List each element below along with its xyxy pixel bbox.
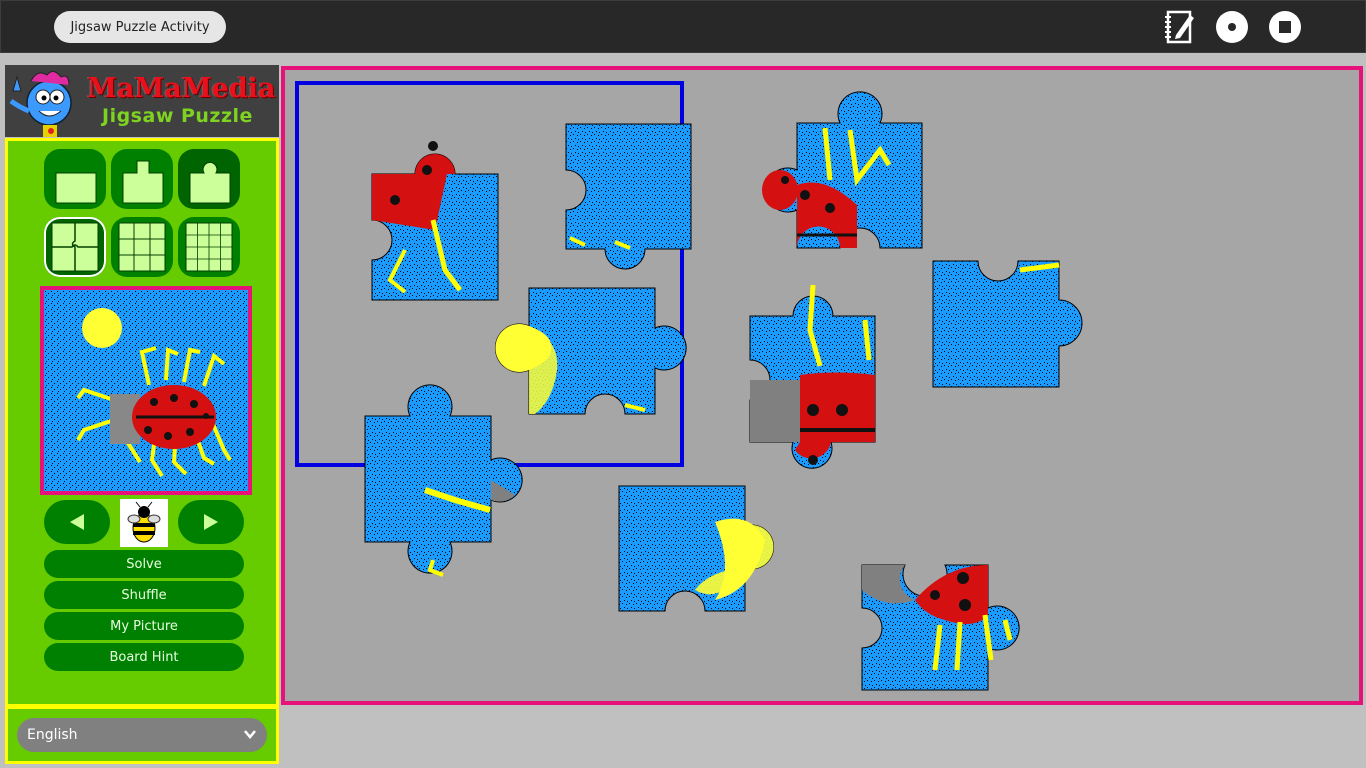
bee-icon <box>127 501 161 543</box>
controls-panel: Solve Shuffle My Picture Board Hint <box>5 138 279 707</box>
4-piece-button[interactable] <box>44 217 106 277</box>
puzzle-board[interactable] <box>281 66 1363 705</box>
puzzle-piece[interactable] <box>762 91 923 249</box>
round-knob-button[interactable] <box>178 149 240 209</box>
puzzle-piece[interactable] <box>749 284 876 469</box>
puzzle-piece[interactable] <box>494 287 687 415</box>
my-picture-button[interactable]: My Picture <box>44 612 244 640</box>
puzzle-piece[interactable] <box>371 141 499 301</box>
thumbnail-image[interactable] <box>120 499 168 547</box>
4-piece-icon <box>51 222 99 272</box>
chevron-down-icon <box>244 730 256 739</box>
language-select[interactable]: English <box>17 718 267 752</box>
stop-icon[interactable] <box>1267 9 1303 45</box>
activity-toolbar: Jigsaw Puzzle Activity <box>0 0 1366 53</box>
previous-image-button[interactable] <box>44 500 110 544</box>
solve-button[interactable]: Solve <box>44 550 244 578</box>
share-icon[interactable] <box>1214 9 1250 45</box>
puzzle-piece[interactable] <box>364 384 523 577</box>
9-piece-icon <box>118 222 166 272</box>
puzzle-piece[interactable] <box>565 123 692 270</box>
no-knob-icon <box>55 172 97 204</box>
mascot-icon <box>9 71 72 137</box>
activity-title-field[interactable]: Jigsaw Puzzle Activity <box>54 11 226 43</box>
language-value: English <box>27 727 78 743</box>
puzzle-preview-image <box>40 286 252 495</box>
mamamedia-logo: MaMaMedia Jigsaw Puzzle <box>5 65 279 137</box>
9-piece-button[interactable] <box>111 217 173 277</box>
16-piece-icon <box>185 222 233 272</box>
round-knob-icon <box>189 161 231 204</box>
puzzle-piece[interactable] <box>932 260 1083 388</box>
shuffle-button[interactable]: Shuffle <box>44 581 244 609</box>
language-panel: English <box>5 706 279 764</box>
logo-subtitle: Jigsaw Puzzle <box>102 105 253 127</box>
journal-icon[interactable] <box>1162 9 1198 45</box>
puzzle-piece[interactable] <box>618 485 775 612</box>
no-knob-button[interactable] <box>44 149 106 209</box>
square-knob-icon <box>122 160 164 204</box>
next-image-button[interactable] <box>178 500 244 544</box>
puzzle-piece[interactable] <box>861 564 1020 691</box>
16-piece-button[interactable] <box>178 217 240 277</box>
logo-title: MaMaMedia <box>87 73 276 104</box>
board-hint-button[interactable]: Board Hint <box>44 643 244 671</box>
left-arrow-icon <box>70 514 84 530</box>
square-knob-button[interactable] <box>111 149 173 209</box>
right-arrow-icon <box>204 514 218 530</box>
